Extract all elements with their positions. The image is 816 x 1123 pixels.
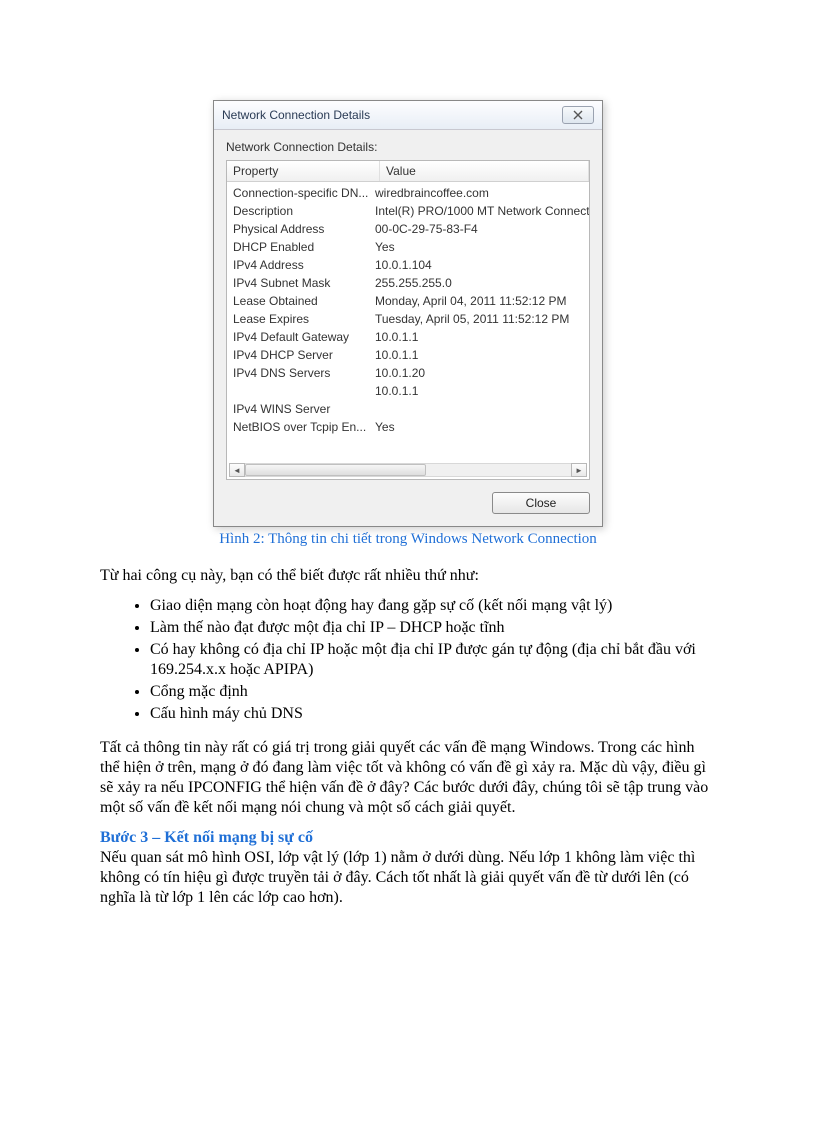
table-row: Physical Address00-0C-29-75-83-F4 bbox=[227, 220, 589, 238]
list-item: Làm thế nào đạt được một địa chỉ IP – DH… bbox=[150, 618, 716, 638]
property-cell: Description bbox=[227, 202, 373, 220]
table-row: 10.0.1.1 bbox=[227, 382, 589, 400]
table-row: DHCP EnabledYes bbox=[227, 238, 589, 256]
list-item: Cổng mặc định bbox=[150, 682, 716, 702]
table-row: Lease ObtainedMonday, April 04, 2011 11:… bbox=[227, 292, 589, 310]
table-row: IPv4 DHCP Server10.0.1.1 bbox=[227, 346, 589, 364]
list-item: Giao diện mạng còn hoạt động hay đang gặ… bbox=[150, 596, 716, 616]
property-cell: IPv4 Subnet Mask bbox=[227, 274, 373, 292]
value-cell: 10.0.1.20 bbox=[373, 364, 589, 382]
details-list: Property Value Connection-specific DN...… bbox=[226, 160, 590, 480]
figure-caption: Hình 2: Thông tin chi tiết trong Windows… bbox=[219, 531, 597, 548]
close-button[interactable]: Close bbox=[492, 492, 590, 514]
table-row: IPv4 Subnet Mask255.255.255.0 bbox=[227, 274, 589, 292]
close-icon[interactable] bbox=[562, 106, 594, 124]
bullet-list: Giao diện mạng còn hoạt động hay đang gặ… bbox=[100, 596, 716, 724]
header-value[interactable]: Value bbox=[380, 161, 589, 181]
dialog-subtitle: Network Connection Details: bbox=[226, 140, 590, 154]
value-cell: Tuesday, April 05, 2011 11:52:12 PM bbox=[373, 310, 589, 328]
property-cell: DHCP Enabled bbox=[227, 238, 373, 256]
scroll-left-arrow-icon[interactable]: ◄ bbox=[229, 463, 245, 477]
value-cell: Yes bbox=[373, 238, 589, 256]
table-row: IPv4 DNS Servers10.0.1.20 bbox=[227, 364, 589, 382]
value-cell bbox=[373, 400, 589, 418]
list-item: Có hay không có địa chỉ IP hoặc một địa … bbox=[150, 640, 716, 680]
paragraph: Từ hai công cụ này, bạn có thể biết được… bbox=[100, 566, 716, 586]
paragraph: Tất cả thông tin này rất có giá trị tron… bbox=[100, 738, 716, 818]
property-cell: Connection-specific DN... bbox=[227, 184, 373, 202]
value-cell: 10.0.1.1 bbox=[373, 382, 589, 400]
value-cell: Intel(R) PRO/1000 MT Network Connecti bbox=[373, 202, 589, 220]
property-cell: NetBIOS over Tcpip En... bbox=[227, 418, 373, 436]
property-cell: IPv4 Address bbox=[227, 256, 373, 274]
property-cell: IPv4 DNS Servers bbox=[227, 364, 373, 382]
header-property[interactable]: Property bbox=[227, 161, 380, 181]
scroll-thumb[interactable] bbox=[245, 464, 426, 476]
value-cell: 00-0C-29-75-83-F4 bbox=[373, 220, 589, 238]
horizontal-scrollbar[interactable]: ◄ ► bbox=[229, 463, 587, 477]
table-row: IPv4 Default Gateway10.0.1.1 bbox=[227, 328, 589, 346]
value-cell: 10.0.1.1 bbox=[373, 346, 589, 364]
value-cell: 255.255.255.0 bbox=[373, 274, 589, 292]
scroll-track[interactable] bbox=[245, 463, 571, 477]
value-cell: Monday, April 04, 2011 11:52:12 PM bbox=[373, 292, 589, 310]
property-cell: Lease Obtained bbox=[227, 292, 373, 310]
table-row: IPv4 WINS Server bbox=[227, 400, 589, 418]
network-details-dialog: Network Connection Details Network Conne… bbox=[213, 100, 603, 527]
scroll-right-arrow-icon[interactable]: ► bbox=[571, 463, 587, 477]
property-cell: Physical Address bbox=[227, 220, 373, 238]
property-cell: IPv4 Default Gateway bbox=[227, 328, 373, 346]
step-heading: Bước 3 – Kết nối mạng bị sự cố bbox=[100, 828, 716, 848]
table-row: Connection-specific DN...wiredbraincoffe… bbox=[227, 184, 589, 202]
dialog-title: Network Connection Details bbox=[222, 108, 370, 122]
property-cell bbox=[227, 382, 373, 400]
value-cell: 10.0.1.1 bbox=[373, 328, 589, 346]
paragraph: Nếu quan sát mô hình OSI, lớp vật lý (lớ… bbox=[100, 848, 716, 908]
list-item: Cấu hình máy chủ DNS bbox=[150, 704, 716, 724]
property-cell: Lease Expires bbox=[227, 310, 373, 328]
table-row: NetBIOS over Tcpip En...Yes bbox=[227, 418, 589, 436]
titlebar: Network Connection Details bbox=[214, 101, 602, 130]
table-row: IPv4 Address10.0.1.104 bbox=[227, 256, 589, 274]
value-cell: 10.0.1.104 bbox=[373, 256, 589, 274]
table-row: DescriptionIntel(R) PRO/1000 MT Network … bbox=[227, 202, 589, 220]
table-row: Lease ExpiresTuesday, April 05, 2011 11:… bbox=[227, 310, 589, 328]
property-cell: IPv4 DHCP Server bbox=[227, 346, 373, 364]
value-cell: wiredbraincoffee.com bbox=[373, 184, 589, 202]
value-cell: Yes bbox=[373, 418, 589, 436]
property-cell: IPv4 WINS Server bbox=[227, 400, 373, 418]
